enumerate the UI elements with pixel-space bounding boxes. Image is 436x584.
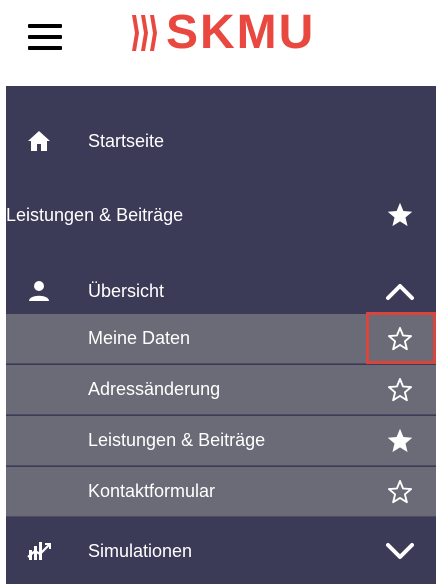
submenu-item-meine-daten[interactable]: Meine Daten	[6, 314, 436, 364]
submenu-item-kontaktformular[interactable]: Kontaktformular	[6, 467, 436, 517]
logo-mark-icon	[132, 15, 157, 51]
chevron-down-icon[interactable]	[384, 535, 416, 567]
user-icon	[26, 278, 52, 304]
submenu-item-leistungen-beitraege[interactable]: Leistungen & Beiträge	[6, 416, 436, 466]
submenu-item-label: Meine Daten	[88, 328, 191, 348]
submenu-item-label: Leistungen & Beiträge	[88, 430, 266, 450]
submenu-item-label: Adressänderung	[88, 379, 221, 399]
star-filled-icon[interactable]	[384, 425, 416, 457]
chevron-up-icon[interactable]	[384, 275, 416, 307]
logo-text: SKMU	[166, 6, 316, 59]
menu-item-uebersicht[interactable]: Übersicht	[6, 266, 436, 316]
menu-item-simulationen[interactable]: Simulationen	[6, 526, 436, 576]
menu-item-startseite[interactable]: Startseite	[6, 116, 436, 166]
star-outline-icon[interactable]	[384, 374, 416, 406]
star-outline-icon[interactable]	[384, 476, 416, 508]
menu-item-label: Simulationen	[88, 540, 193, 561]
menu-item-leistungen-beitraege[interactable]: Leistungen & Beiträge	[6, 190, 436, 240]
logo[interactable]: SKMU	[128, 6, 315, 60]
menu-item-label: Übersicht	[88, 280, 165, 301]
menu-item-label: Startseite	[88, 130, 165, 151]
app-header: SKMU	[0, 0, 436, 86]
side-menu: Startseite Leistungen & Beiträge Übersic…	[6, 86, 436, 584]
star-filled-icon[interactable]	[384, 199, 416, 231]
home-icon	[26, 128, 52, 154]
star-outline-icon[interactable]	[384, 323, 416, 355]
submenu-item-adressaenderung[interactable]: Adressänderung	[6, 365, 436, 415]
menu-item-label: Leistungen & Beiträge	[6, 204, 184, 225]
chart-icon	[26, 538, 52, 564]
hamburger-menu-icon[interactable]	[26, 22, 64, 52]
submenu-item-label: Kontaktformular	[88, 481, 216, 501]
